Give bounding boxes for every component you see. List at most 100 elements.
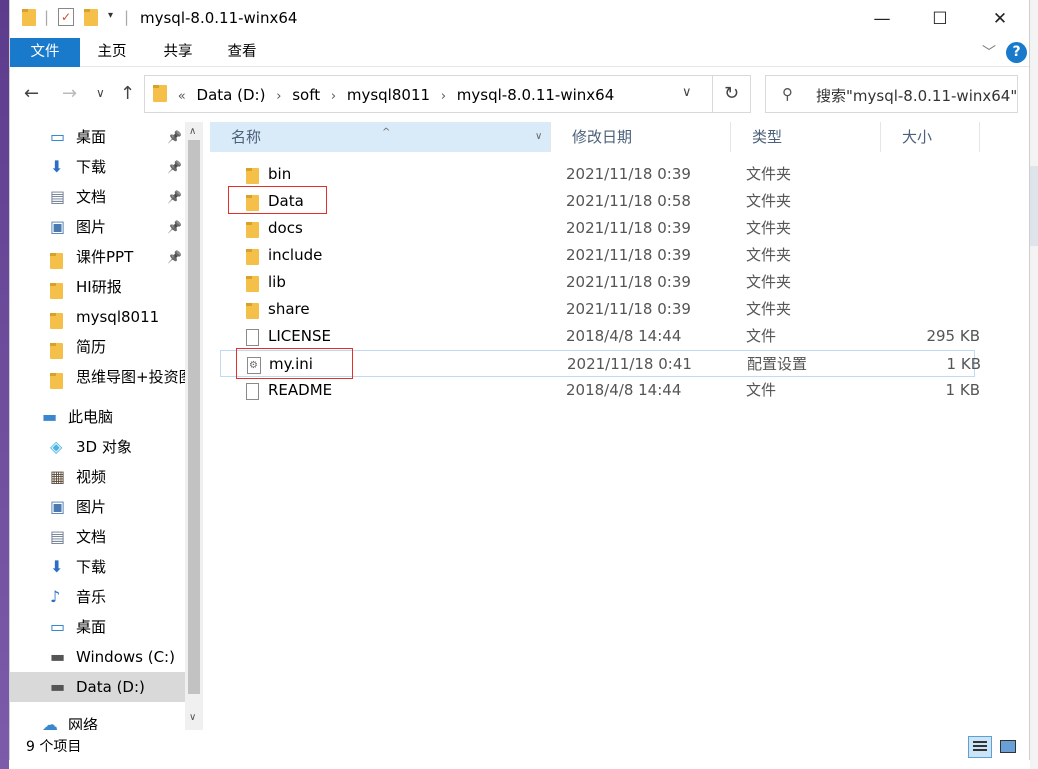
file-size: 1 KB	[945, 381, 980, 399]
tab-share[interactable]: 共享	[154, 38, 202, 67]
sidebar-item[interactable]: ▤ 文档 📌	[10, 182, 185, 212]
pin-icon: 📌	[167, 130, 182, 144]
file-size: 295 KB	[926, 327, 980, 345]
file-date: 2021/11/18 0:39	[566, 219, 691, 237]
sidebar-item-label: 文档	[76, 188, 107, 206]
up-button[interactable]: ↑	[120, 83, 135, 104]
pin-icon: 📌	[167, 250, 182, 264]
scroll-up-icon[interactable]: ∧	[189, 126, 196, 137]
breadcrumb-data-d[interactable]: Data (D:)	[197, 86, 266, 104]
item-count: 9 个项目	[26, 739, 82, 755]
breadcrumb-soft[interactable]: soft	[292, 86, 320, 104]
file-date: 2021/11/18 0:39	[566, 300, 691, 318]
file-row[interactable]: lib 2021/11/18 0:39 文件夹	[220, 269, 975, 296]
documents-icon: ▤	[50, 187, 66, 206]
sidebar-item[interactable]: ☁ 网络	[10, 710, 185, 730]
minimize-button[interactable]: —	[852, 0, 912, 38]
address-history-dropdown[interactable]: ∨	[682, 85, 692, 100]
column-header-name[interactable]: 名称 ^ ∨	[210, 122, 551, 152]
breadcrumb-current[interactable]: mysql-8.0.11-winx64	[457, 86, 614, 104]
tab-file[interactable]: 文件	[10, 38, 80, 67]
file-type: 配置设置	[747, 355, 808, 373]
search-icon: ⚲	[782, 85, 793, 103]
sidebar-item[interactable]: ▣ 图片 📌	[10, 212, 185, 242]
close-button[interactable]: ✕	[970, 0, 1030, 38]
sidebar-item[interactable]: ◈ 3D 对象	[10, 432, 185, 462]
breadcrumb-mysql8011[interactable]: mysql8011	[347, 86, 430, 104]
folder-icon	[50, 249, 68, 269]
sidebar-item[interactable]: 简历	[10, 332, 185, 362]
file-name: docs	[268, 219, 303, 237]
file-date: 2021/11/18 0:39	[566, 273, 691, 291]
sidebar-item[interactable]: 课件PPT 📌	[10, 242, 185, 272]
address-bar[interactable]: « Data (D:) › soft › mysql8011 › mysql-8…	[144, 75, 713, 113]
customize-qa-icon[interactable]: ▾	[108, 10, 113, 21]
sidebar-item-label: 桌面	[76, 128, 107, 146]
background-window-edge	[1030, 0, 1038, 769]
sidebar-item[interactable]: HI研报	[10, 272, 185, 302]
pin-icon: 📌	[167, 190, 182, 204]
details-view-button[interactable]	[968, 736, 992, 758]
sidebar-item[interactable]: 思维导图+投资图	[10, 362, 185, 392]
recent-locations-button[interactable]: ∨	[96, 86, 105, 100]
drive-d-icon: ▬	[50, 677, 66, 696]
sidebar-item[interactable]: ▭ 桌面	[10, 612, 185, 642]
sidebar-scrollbar[interactable]: ∧ ∨	[185, 122, 203, 730]
drive-c-icon: ▬	[50, 647, 66, 666]
sidebar-item-label: 简历	[76, 338, 107, 356]
tab-home[interactable]: 主页	[88, 38, 136, 67]
download-icon: ⬇	[50, 557, 64, 576]
refresh-button[interactable]: ↻	[713, 75, 751, 113]
file-date: 2021/11/18 0:39	[566, 165, 691, 183]
help-button[interactable]: ?	[1006, 42, 1027, 63]
sidebar-item-label: Data (D:)	[76, 678, 145, 696]
breadcrumb-overflow[interactable]: «	[178, 89, 186, 104]
large-icons-view-button[interactable]	[996, 736, 1020, 758]
column-header-type[interactable]: 类型	[731, 122, 881, 152]
search-box[interactable]: ⚲ 搜索"mysql-8.0.11-winx64"	[765, 75, 1018, 113]
chevron-right-icon[interactable]: ›	[441, 89, 446, 104]
tab-view[interactable]: 查看	[218, 38, 266, 67]
scrollbar-thumb[interactable]	[188, 140, 200, 694]
forward-button[interactable]: →	[62, 83, 77, 104]
file-row[interactable]: Data 2021/11/18 0:58 文件夹	[220, 188, 975, 215]
file-row[interactable]: share 2021/11/18 0:39 文件夹	[220, 296, 975, 323]
scroll-down-icon[interactable]: ∨	[189, 712, 196, 723]
sidebar-item[interactable]: ▣ 图片	[10, 492, 185, 522]
sidebar-item[interactable]: ▤ 文档	[10, 522, 185, 552]
desktop-icon: ▭	[50, 617, 66, 636]
chevron-right-icon[interactable]: ›	[276, 89, 281, 104]
sidebar-item[interactable]: ⬇ 下载	[10, 552, 185, 582]
file-row[interactable]: README 2018/4/8 14:44 文件 1 KB	[220, 377, 980, 404]
file-row[interactable]: LICENSE 2018/4/8 14:44 文件 295 KB	[220, 323, 980, 350]
back-button[interactable]: ←	[24, 83, 39, 104]
ribbon-tabs: 文件 主页 共享 查看 ﹀ ?	[10, 38, 1029, 67]
file-type: 文件夹	[746, 273, 792, 291]
expand-ribbon-icon[interactable]: ﹀	[982, 42, 996, 62]
file-type: 文件	[746, 327, 777, 345]
column-header-size[interactable]: 大小	[881, 122, 980, 152]
sidebar-item[interactable]: ▦ 视频	[10, 462, 185, 492]
file-date: 2018/4/8 14:44	[566, 381, 682, 399]
sidebar-item[interactable]: ▬ Data (D:)	[10, 672, 185, 702]
properties-check-icon[interactable]: ✓	[58, 8, 74, 26]
sidebar-item[interactable]: ♪ 音乐	[10, 582, 185, 612]
sidebar-item-label: 此电脑	[68, 408, 114, 426]
maximize-button[interactable]: ☐	[910, 0, 970, 38]
chevron-right-icon[interactable]: ›	[331, 89, 336, 104]
file-row[interactable]: docs 2021/11/18 0:39 文件夹	[220, 215, 975, 242]
file-row[interactable]: include 2021/11/18 0:39 文件夹	[220, 242, 975, 269]
sidebar-item[interactable]: ▬ 此电脑	[10, 402, 185, 432]
breadcrumb: « Data (D:) › soft › mysql8011 › mysql-8…	[153, 85, 614, 104]
sidebar-item[interactable]: mysql8011	[10, 302, 185, 332]
file-name: share	[268, 300, 310, 318]
new-folder-icon[interactable]	[84, 9, 98, 30]
column-filter-icon[interactable]: ∨	[535, 122, 542, 152]
sidebar-item-label: 图片	[76, 498, 107, 516]
sidebar-item[interactable]: ▭ 桌面 📌	[10, 122, 185, 152]
sidebar-item[interactable]: ▬ Windows (C:)	[10, 642, 185, 672]
column-header-date[interactable]: 修改日期	[551, 122, 731, 152]
qa-divider: |	[124, 8, 130, 26]
file-row[interactable]: bin 2021/11/18 0:39 文件夹	[220, 161, 975, 188]
sidebar-item[interactable]: ⬇ 下载 📌	[10, 152, 185, 182]
